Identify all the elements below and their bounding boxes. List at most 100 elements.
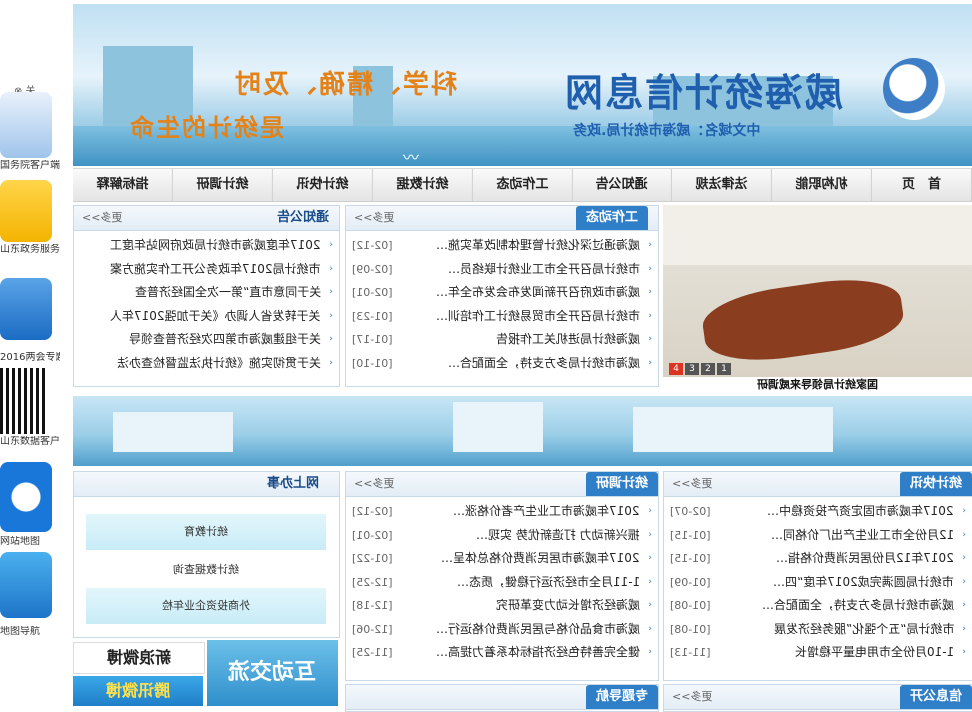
nav-express[interactable]: 统计快讯 xyxy=(272,169,373,201)
photo-wall xyxy=(663,205,972,265)
research-panel: 统计调研 更多>> › 2017年威海市工业生产者价格涨… [02-12] › 振兴新… xyxy=(345,471,659,681)
list-item[interactable]: › 关于转发省人调办《关于加强2017年人 xyxy=(74,305,339,329)
city-panorama-banner xyxy=(73,396,972,466)
list-item[interactable]: › 市统计局“五个强化”服务经济发展 [01-08] xyxy=(664,618,972,642)
list-item[interactable]: › 威海市统计局多方支持，全面配合… [01-10] xyxy=(346,352,658,376)
bullet-icon: › xyxy=(962,506,966,516)
notice-more-link[interactable]: 更多>> xyxy=(82,206,122,230)
list-item[interactable]: › 威海市食品价格与居民消费价格运行… [12-06] xyxy=(346,618,658,642)
bullet-icon: › xyxy=(648,506,652,516)
list-item[interactable]: › 威海市统计局多方支持，全面配合… [01-08] xyxy=(664,594,972,618)
list-item[interactable]: › 2017年威海市固定资产投资稳中… [02-07] xyxy=(664,500,972,524)
bullet-icon: › xyxy=(962,529,966,540)
tencent-weibo-link[interactable]: 腾讯微博 xyxy=(73,676,203,706)
express-panel: 统计快讯 更多>> › 2017年威海市固定资产投资稳中… [02-07] › 12月… xyxy=(663,471,972,681)
nav-functions[interactable]: 机构职能 xyxy=(772,169,873,201)
work-news-panel: 工作动态 更多>> › 威海通过深化统计管理体制改革实施… [02-12] › 市统计… xyxy=(345,205,659,387)
interact-banner[interactable]: 互动交流 xyxy=(207,640,338,706)
bullet-icon: › xyxy=(648,357,652,368)
work-list: › 威海通过深化统计管理体制改革实施… [02-12] › 市统计局召开全市工业统计联… xyxy=(346,234,658,375)
list-item[interactable]: › 关于同意市直“第一次全国经济普查 xyxy=(74,281,339,305)
work-more-link[interactable]: 更多>> xyxy=(354,206,394,230)
bullet-icon: › xyxy=(962,623,966,634)
nav-laws[interactable]: 法律法规 xyxy=(672,169,773,201)
nav-statistics[interactable]: 统计数据 xyxy=(372,169,473,201)
notice-panel: 通知公告 更多>> › 2017年度威海市统计局政府网站年度工 › 市统计局2017… xyxy=(73,205,340,387)
nav-indicators[interactable]: 指标解释 xyxy=(72,169,173,201)
bullet-icon: › xyxy=(329,334,333,344)
topics-title: 专题导航 xyxy=(585,685,658,709)
bullet-icon: › xyxy=(648,263,652,274)
slogan-line2: 是统计的生命 xyxy=(128,113,284,142)
panorama-building xyxy=(633,407,833,452)
list-item[interactable]: › 威海经济增长动力变革研究 [12-18] xyxy=(346,594,658,618)
photo-caption: 国家统计局领导来威调研 xyxy=(663,377,972,393)
map-nav-tile[interactable] xyxy=(0,552,52,618)
list-item[interactable]: › 2017年威海市居民消费价格总体呈… [01-22] xyxy=(346,547,658,571)
list-item[interactable]: › 健全完善特色经济指标体系着力提高… [11-25] xyxy=(346,641,658,665)
online-service-panel: 网上办事 统计教育 统计数据查询 外商投资企业年检 xyxy=(73,471,340,638)
bullet-icon: › xyxy=(329,287,333,297)
qr-code-icon xyxy=(0,368,48,434)
bullet-icon: › xyxy=(329,240,333,250)
list-item[interactable]: › 1-10月份全市用电量平稳增长 [11-13] xyxy=(664,641,972,665)
list-item[interactable]: › 关于组建威海市第四次经济普查领导 xyxy=(74,328,339,352)
list-item[interactable]: › 2017年威海市工业生产者价格涨… [02-12] xyxy=(346,500,658,524)
express-title: 统计快讯 xyxy=(899,472,972,496)
list-item[interactable]: › 关于贯彻实施《统计执法监督检查办法 xyxy=(74,352,339,376)
bullet-icon: › xyxy=(648,553,652,563)
photo-pager: 4321 xyxy=(669,360,733,375)
list-item[interactable]: › 2017年度威海市统计局政府网站年度工 xyxy=(74,234,339,258)
nav-home[interactable]: 首 页 xyxy=(872,169,972,201)
list-item[interactable]: › 市统计局召开全市贸易统计工作培训… [01-23] xyxy=(346,305,658,329)
site-map-tile[interactable] xyxy=(0,462,52,532)
work-header: 工作动态 更多>> xyxy=(346,206,658,231)
seagull-icon: 〰 xyxy=(403,148,420,166)
info-panel: 信息公开 更多>> xyxy=(663,684,972,712)
list-item[interactable]: › 威海通过深化统计管理体制改革实施… [02-12] xyxy=(346,234,658,258)
list-item[interactable]: › 威海统计局进机关工作报告 [01-17] xyxy=(346,328,658,352)
list-item[interactable]: › 市统计局召开全市工业统计联络员… [02-09] xyxy=(346,258,658,282)
left-floating-strip: ⊗ 关 国务院客户端 山东政务服务门户 2016两会专题 山东数据客户端 网站地… xyxy=(0,0,62,711)
caption-data-client: 山东数据客户端 xyxy=(0,436,60,447)
info-title: 信息公开 xyxy=(899,685,972,709)
svc-data-query[interactable]: 统计数据查询 xyxy=(86,552,326,588)
research-list: › 2017年威海市工业生产者价格涨… [02-12] › 振兴新动力 打造新优势 实… xyxy=(346,500,658,665)
list-item[interactable]: › 市统计局圆满完成2017年度“四… [01-09] xyxy=(664,571,972,595)
nav-notices[interactable]: 通知公告 xyxy=(572,169,673,201)
site-logo-icon xyxy=(883,58,945,120)
notice-list: › 2017年度威海市统计局政府网站年度工 › 市统计局2017年政务公开工作实施方… xyxy=(74,234,339,375)
site-title: 威海统计信息网 xyxy=(563,71,844,115)
pager-dot[interactable]: 2 xyxy=(701,363,715,375)
caption-map-nav: 地图导航 xyxy=(0,626,40,637)
gov-app-tile[interactable] xyxy=(0,92,52,158)
nav-research[interactable]: 统计调研 xyxy=(172,169,273,201)
svc-statistics-education[interactable]: 统计教育 xyxy=(86,514,326,550)
express-more-link[interactable]: 更多>> xyxy=(672,472,712,496)
pager-dot[interactable]: 1 xyxy=(717,363,731,375)
bullet-icon: › xyxy=(648,600,652,610)
research-more-link[interactable]: 更多>> xyxy=(354,472,394,496)
sina-weibo-link[interactable]: 新浪微博 xyxy=(73,642,205,674)
shandong-portal-tile[interactable] xyxy=(0,180,52,242)
bullet-icon: › xyxy=(329,357,333,368)
svc-foreign-enterprise[interactable]: 外商投资企业年检 xyxy=(86,588,326,624)
list-item[interactable]: › 市统计局2017年政务公开工作实施方案 xyxy=(74,258,339,282)
bullet-icon: › xyxy=(648,334,652,344)
info-more-link[interactable]: 更多>> xyxy=(672,685,712,709)
list-item[interactable]: › 振兴新动力 打造新优势 实现… [02-01] xyxy=(346,524,658,548)
nav-work-news[interactable]: 工作动态 xyxy=(472,169,573,201)
pager-dot[interactable]: 3 xyxy=(685,363,699,375)
domain-label: 中文域名：威海市统计局.政务 xyxy=(573,123,761,139)
bullet-icon: › xyxy=(962,647,966,657)
news-photo[interactable]: 4321 国家统计局领导来威调研 xyxy=(663,205,972,393)
list-item[interactable]: › 1-11月全市经济运行稳健，质态… [12-25] xyxy=(346,571,658,595)
list-item[interactable]: › 2017年12月份居民消费价格指… [01-15] xyxy=(664,547,972,571)
topics-header: 专题导航 xyxy=(346,685,658,710)
pager-dot[interactable]: 4 xyxy=(669,363,683,375)
topics-panel: 专题导航 xyxy=(345,684,659,712)
list-item[interactable]: › 威海市政府召开新闻发布会发布全年… [02-01] xyxy=(346,281,658,305)
two-sessions-tile[interactable] xyxy=(0,278,52,340)
work-title: 工作动态 xyxy=(575,206,648,230)
list-item[interactable]: › 12月份全市工业生产出厂价格同… [01-15] xyxy=(664,524,972,548)
